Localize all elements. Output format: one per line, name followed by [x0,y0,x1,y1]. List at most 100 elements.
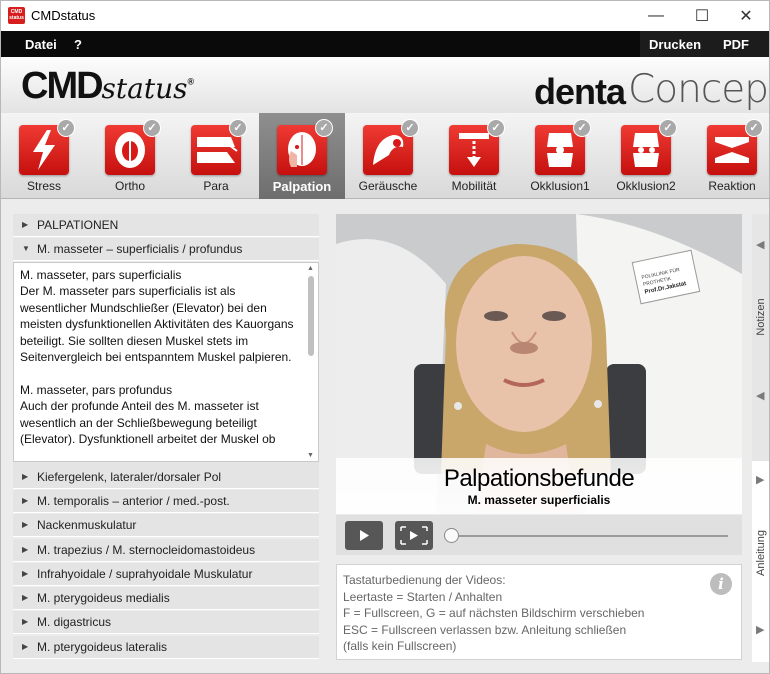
tab-label: Reaktion [708,179,756,193]
chevron-right-icon: ▶ [22,520,29,529]
keyboard-help: Tastaturbedienung der Videos: Leertaste … [336,564,742,660]
dentaconcept-logo-concept: Concept® [628,67,770,112]
side-panel-strip: ◀ Notizen ◀ ▶ Anleitung ▶ [752,214,769,662]
player-controls [336,515,742,555]
tab-okklusion2[interactable]: ✓ Okklusion2 [603,113,689,199]
checkmark-icon: ✓ [229,119,247,137]
tab-stress[interactable]: ✓ Stress [1,113,87,199]
chevron-right-icon: ▶ [22,593,29,602]
chevron-right-icon: ▶ [22,220,29,229]
tab-reaktion[interactable]: ✓ Reaktion [689,113,769,199]
keyboard-help-text: Tastaturbedienung der Videos: Leertaste … [343,573,645,654]
minimize-button[interactable]: — [633,1,679,31]
accordion-label: M. temporalis – anterior / med.-post. [37,494,230,508]
scrollbar-thumb[interactable] [308,276,314,356]
notizen-expand-icon[interactable]: ◀ [756,238,764,251]
anleitung-collapse-icon[interactable]: ▶ [756,623,764,636]
tab-label: Mobilität [451,179,497,193]
accordion-trapezius[interactable]: ▶ M. trapezius / M. sternocleidomastoide… [13,539,319,562]
tab-palpation[interactable]: ✓ Palpation [259,113,345,199]
video-caption: Palpationsbefunde M. masseter superficia… [336,458,742,514]
app-icon: CMD status [8,7,25,24]
fullscreen-button[interactable] [395,521,433,550]
scroll-up-icon[interactable]: ▲ [307,265,314,272]
checkmark-icon: ✓ [401,119,419,137]
dentaconcept-logo-denta: denta [534,71,626,112]
accordion-temporalis[interactable]: ▶ M. temporalis – anterior / med.-post. [13,490,319,513]
chevron-right-icon: ▶ [22,496,29,505]
anleitung-tab[interactable]: Anleitung [755,526,767,580]
app-window: CMD status CMDstatus — ☐ ✕ Datei ? Druck… [0,0,770,674]
scroll-down-icon[interactable]: ▼ [307,452,314,459]
chevron-right-icon: ▶ [22,472,29,481]
video-player[interactable]: POLIKLINIK FÜR PROTHETIK Prof.Dr.Jakstat… [336,214,742,514]
cmdstatus-logo: CMDstatus® [21,65,194,107]
accordion-label: PALPATIONEN [37,218,119,232]
seek-handle[interactable] [444,528,459,543]
play-button[interactable] [345,521,383,550]
accordion-nackenmuskulatur[interactable]: ▶ Nackenmuskulatur [13,514,319,537]
window-title: CMDstatus [31,8,96,23]
pdf-button[interactable]: PDF [723,37,749,52]
tab-label: Okklusion2 [616,179,676,193]
accordion-pterygoideus-lateralis[interactable]: ▶ M. pterygoideus lateralis [13,636,319,659]
notizen-collapse-icon[interactable]: ◀ [756,389,764,402]
checkmark-icon: ✓ [315,119,333,137]
chevron-right-icon: ▶ [22,569,29,578]
tab-label: Stress [26,179,61,193]
accordion-label: M. trapezius / M. sternocleidomastoideus [37,543,256,557]
chevron-right-icon: ▶ [22,617,29,626]
accordion-label: M. masseter – superficialis / profundus [37,242,243,256]
accordion-masseter[interactable]: ▼ M. masseter – superficialis / profundu… [13,238,319,261]
accordion-label: Kiefergelenk, lateraler/dorsaler Pol [37,470,222,484]
seek-bar[interactable] [448,535,728,537]
close-button[interactable]: ✕ [723,1,769,31]
menu-bar: Datei ? Drucken PDF [1,31,769,57]
menu-help[interactable]: ? [74,37,82,52]
checkmark-icon: ✓ [745,119,763,137]
anleitung-tab-area: ▶ Anleitung ▶ [752,461,769,662]
checkmark-icon: ✓ [573,119,591,137]
accordion-label: M. pterygoideus lateralis [37,640,168,654]
content-scrollbar[interactable]: ▲ ▼ [305,264,317,460]
fullscreen-icon [400,526,428,545]
accordion-digastricus[interactable]: ▶ M. digastricus [13,611,319,634]
caption-subtitle: M. masseter superficialis [467,493,611,507]
tab-label: Para [203,179,229,193]
accordion-kiefergelenk[interactable]: ▶ Kiefergelenk, lateraler/dorsaler Pol [13,466,319,489]
masseter-description: M. masseter, pars superficialis Der M. m… [20,268,294,447]
accordion-label: M. digastricus [37,615,112,629]
tab-ortho[interactable]: ✓ Ortho [87,113,173,199]
checkmark-icon: ✓ [659,119,677,137]
play-icon [360,530,369,541]
header-banner: CMDstatus® denta Concept® [1,57,769,113]
accordion-hyoidale[interactable]: ▶ Infrahyoidale / suprahyoidale Muskulat… [13,563,319,586]
tab-label: Palpation [272,179,332,194]
checkmark-icon: ✓ [143,119,161,137]
tab-mobilitaet[interactable]: ✓ Mobilität [431,113,517,199]
menu-datei[interactable]: Datei [25,37,57,52]
notizen-tab[interactable]: Notizen [755,290,767,344]
accordion-label: Nackenmuskulatur [37,518,137,532]
maximize-button[interactable]: ☐ [679,1,725,31]
accordion-pterygoideus-medialis[interactable]: ▶ M. pterygoideus medialis [13,587,319,610]
caption-title: Palpationsbefunde [443,465,635,492]
info-icon[interactable]: i [710,573,732,595]
print-button[interactable]: Drucken [649,37,701,52]
accordion-palpationen[interactable]: ▶ PALPATIONEN [13,214,319,237]
tab-label: Ortho [114,179,145,193]
accordion-content[interactable]: M. masseter, pars superficialis Der M. m… [13,262,319,462]
checkmark-icon: ✓ [487,119,505,137]
tab-okklusion1[interactable]: ✓ Okklusion1 [517,113,603,199]
chevron-right-icon: ▶ [22,642,29,651]
chevron-down-icon: ▼ [22,244,30,253]
anleitung-expand-icon[interactable]: ▶ [756,473,764,486]
tab-geraeusche[interactable]: ✓ Geräusche [345,113,431,199]
palpation-accordion: ▶ PALPATIONEN ▼ M. masseter – superficia… [13,214,319,662]
module-toolbar: ✓ Stress ✓ Ortho ✓ Para ✓ Palpation ✓ Ge… [1,113,769,199]
chevron-right-icon: ▶ [22,545,29,554]
title-bar: CMD status CMDstatus — ☐ ✕ [1,1,769,31]
tab-label: Geräusche [358,179,418,193]
checkmark-icon: ✓ [57,119,75,137]
tab-para[interactable]: ✓ Para [173,113,259,199]
